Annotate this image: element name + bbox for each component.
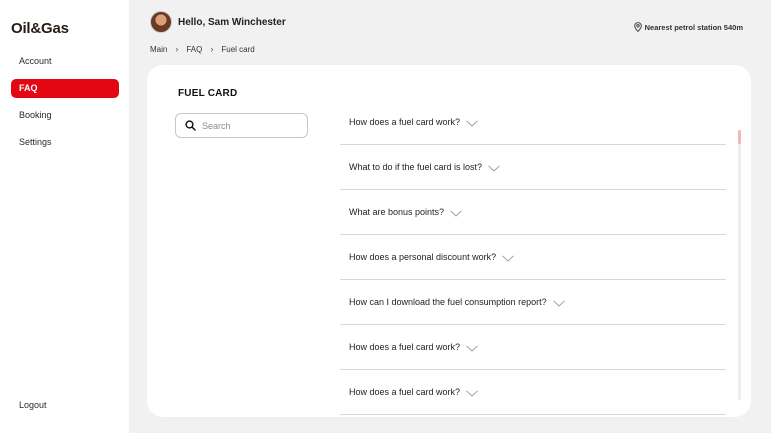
greeting-text: Hello, Sam Winchester: [178, 16, 286, 28]
breadcrumb-fuel-card: Fuel card: [221, 44, 255, 54]
chevron-right-icon: ›: [210, 44, 214, 54]
sidebar-item-account[interactable]: Account: [11, 52, 119, 71]
faq-card: FUEL CARD How does a fuel card work? Wha…: [147, 65, 751, 417]
nearest-station[interactable]: Nearest petrol station 540m: [633, 22, 743, 32]
sidebar-nav: Account FAQ Booking Settings: [11, 52, 119, 160]
page-title: FUEL CARD: [178, 88, 238, 99]
faq-item[interactable]: How does a personal discount work?: [340, 235, 726, 280]
faq-question: How does a personal discount work?: [349, 252, 497, 262]
search-icon: [185, 120, 196, 131]
sidebar-item-settings[interactable]: Settings: [11, 133, 119, 152]
faq-item[interactable]: How does a fuel card work?: [340, 100, 726, 145]
faq-item[interactable]: What are bonus points?: [340, 190, 726, 235]
faq-question: How does a fuel card work?: [349, 117, 461, 127]
sidebar-item-faq[interactable]: FAQ: [11, 79, 119, 98]
faq-question: How can I download the fuel consumption …: [349, 297, 547, 307]
user-greeting: Hello, Sam Winchester: [150, 11, 286, 33]
app-logo: Oil&Gas: [11, 20, 69, 37]
logout-link[interactable]: Logout: [19, 400, 47, 410]
chevron-down-icon: [466, 389, 478, 397]
faq-item[interactable]: What to do if the fuel card is lost?: [340, 145, 726, 190]
avatar[interactable]: [150, 11, 172, 33]
faq-item[interactable]: How can I download the fuel consumption …: [340, 280, 726, 325]
faq-list: How does a fuel card work? What to do if…: [340, 100, 726, 415]
sidebar-item-booking[interactable]: Booking: [11, 106, 119, 125]
chevron-down-icon: [552, 299, 565, 307]
chevron-down-icon: [502, 254, 514, 262]
scrollbar-thumb[interactable]: [738, 130, 741, 144]
faq-item[interactable]: How does a fuel card work?: [340, 370, 726, 415]
faq-question: How does a fuel card work?: [349, 342, 461, 352]
chevron-down-icon: [488, 164, 500, 172]
faq-question: What to do if the fuel card is lost?: [349, 162, 483, 172]
faq-scrollbar[interactable]: [738, 130, 741, 400]
faq-item[interactable]: How does a fuel card work?: [340, 325, 726, 370]
station-text: Nearest petrol station 540m: [644, 22, 743, 32]
breadcrumb: Main › FAQ › Fuel card: [150, 44, 255, 54]
sidebar: Oil&Gas Account FAQ Booking Settings Log…: [0, 0, 129, 433]
chevron-right-icon: ›: [175, 44, 179, 54]
search-input[interactable]: [202, 120, 302, 131]
chevron-down-icon: [466, 344, 478, 352]
faq-question: How does a fuel card work?: [349, 387, 461, 397]
chevron-down-icon: [466, 119, 478, 127]
search-box[interactable]: [175, 113, 308, 138]
chevron-down-icon: [450, 209, 462, 217]
location-pin-icon: [633, 22, 642, 32]
breadcrumb-faq[interactable]: FAQ: [186, 45, 202, 54]
breadcrumb-main[interactable]: Main: [150, 45, 167, 54]
faq-question: What are bonus points?: [349, 207, 445, 217]
